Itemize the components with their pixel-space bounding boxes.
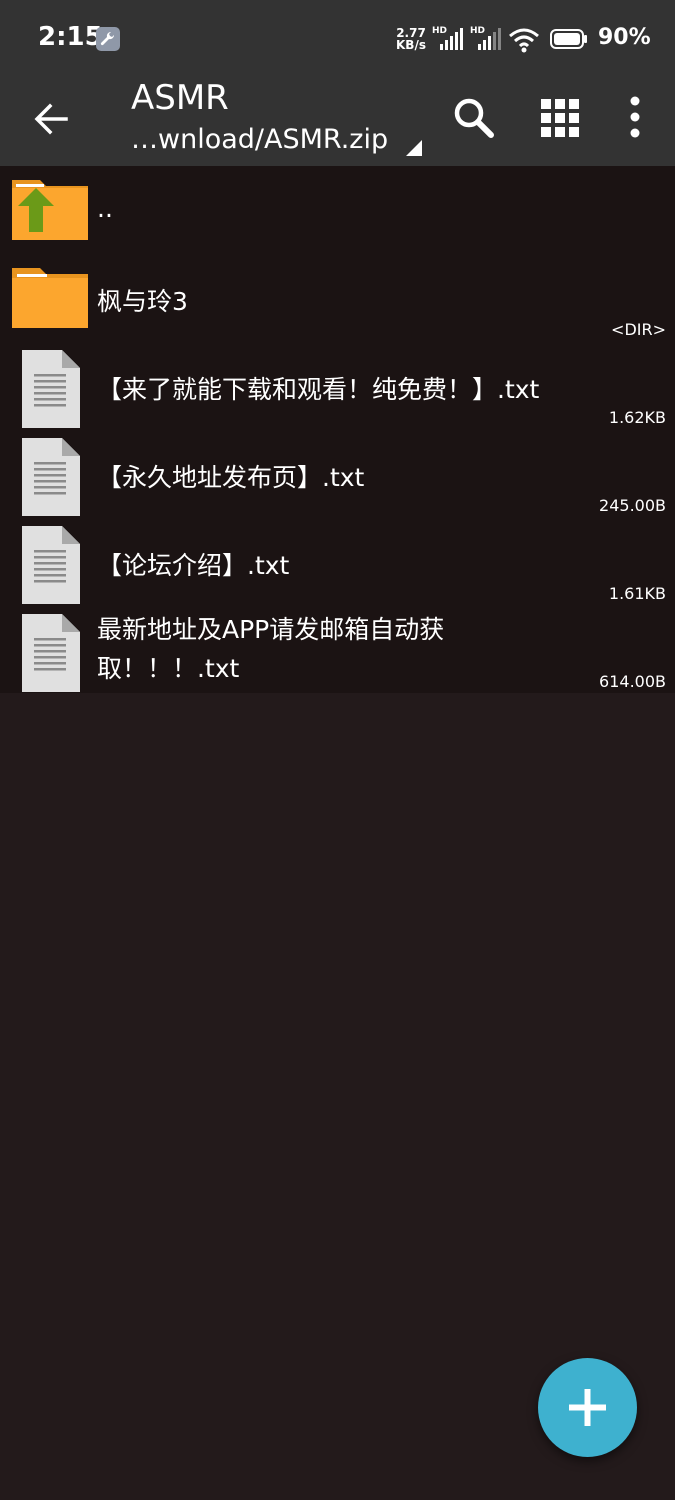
folder-icon (10, 264, 90, 332)
archive-path[interactable]: …wnload/ASMR.zip (131, 124, 388, 155)
toolbar-title: ASMR (131, 78, 229, 118)
dropdown-triangle-icon[interactable] (404, 138, 424, 158)
file-meta: 1.62KB (608, 408, 666, 427)
file-name: 枫与玲3 (97, 287, 188, 316)
file-meta: 614.00B (599, 672, 666, 691)
file-meta: <DIR> (611, 320, 666, 339)
wifi-icon (508, 27, 542, 53)
list-item-folder[interactable]: 枫与玲3 <DIR> (0, 254, 675, 342)
list-item-file[interactable]: 最新地址及APP请发邮箱自动获取！！！.txt 614.00B (0, 606, 675, 694)
back-arrow-icon[interactable] (28, 96, 74, 142)
grid-view-icon[interactable] (538, 96, 582, 140)
text-file-icon (20, 438, 80, 516)
toolbar: ASMR …wnload/ASMR.zip (0, 78, 675, 166)
text-file-icon (20, 614, 80, 692)
signal-icon: HD (470, 26, 506, 52)
file-name: 最新地址及APP请发邮箱自动获取！！！.txt (97, 615, 445, 683)
plus-icon (569, 1389, 606, 1426)
file-meta: 245.00B (599, 496, 666, 515)
text-file-icon (20, 350, 80, 428)
file-meta: 1.61KB (608, 584, 666, 603)
wrench-icon (96, 27, 120, 51)
battery-icon (550, 29, 588, 49)
file-manager-screen: 2:15 2.77 KB/s HD HD 90% ASMR …wnload/AS… (0, 0, 675, 1500)
file-name: 【论坛介绍】.txt (97, 551, 290, 580)
file-name: 【永久地址发布页】.txt (97, 463, 365, 492)
list-item-file[interactable]: 【论坛介绍】.txt 1.61KB (0, 518, 675, 606)
status-time: 2:15 (38, 22, 103, 52)
list-item-file[interactable]: 【永久地址发布页】.txt 245.00B (0, 430, 675, 518)
file-list: .. 枫与玲3 <DIR> 【来了就能下载和观看！纯免费！】.txt 1.62K… (0, 166, 675, 693)
file-name: .. (97, 194, 113, 223)
list-item-file[interactable]: 【来了就能下载和观看！纯免费！】.txt 1.62KB (0, 342, 675, 430)
list-item-parent-directory[interactable]: .. (0, 166, 675, 254)
network-speed: 2.77 KB/s (394, 27, 428, 51)
add-button[interactable] (538, 1358, 637, 1457)
status-bar: 2:15 2.77 KB/s HD HD 90% (0, 0, 675, 78)
search-icon[interactable] (450, 94, 496, 140)
battery-percent: 90% (598, 25, 651, 50)
more-vert-icon[interactable] (620, 94, 650, 140)
signal-icon: HD (432, 26, 468, 52)
folder-up-icon (10, 176, 90, 244)
file-name: 【来了就能下载和观看！纯免费！】.txt (97, 375, 540, 404)
text-file-icon (20, 526, 80, 604)
network-speed-unit: KB/s (396, 38, 426, 52)
